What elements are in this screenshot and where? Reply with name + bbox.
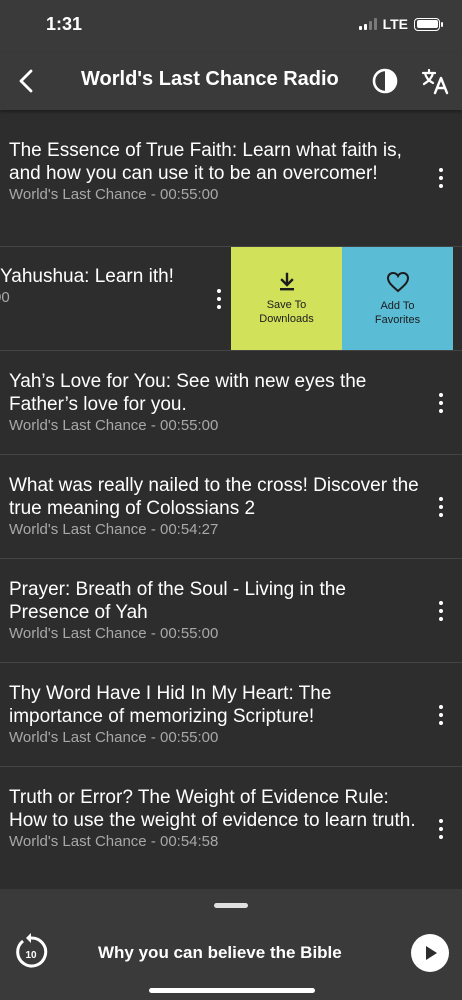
more-vert-icon: [439, 496, 443, 517]
episode-text: Prayer: Breath of the Soul - Living in t…: [9, 578, 419, 644]
episode-title: The Essence of True Faith: Learn what fa…: [9, 140, 402, 184]
save-to-downloads-button[interactable]: Save To Downloads: [231, 247, 342, 350]
heart-icon: [386, 271, 409, 292]
network-label: LTE: [382, 16, 408, 32]
episode-title: Yah’s Love for You: See with new eyes th…: [9, 371, 367, 415]
episode-title: Thy Word Have I Hid In My Heart: The imp…: [9, 683, 332, 727]
play-icon: [426, 946, 437, 960]
more-options-button[interactable]: [212, 247, 226, 350]
now-playing-title: Why you can believe the Bible: [98, 943, 342, 962]
more-options-button[interactable]: [434, 351, 448, 454]
signal-icon: [358, 18, 377, 30]
episode-meta: World's Last Chance - 00:55:00: [9, 417, 219, 434]
episode-meta: World's Last Chance - 00:55:00: [9, 625, 219, 642]
app-header: World's Last Chance Radio: [0, 52, 462, 110]
episode-text: The Essence of True Faith: Learn what fa…: [9, 139, 419, 205]
episode-meta: World's Last Chance - 00:55:00: [9, 729, 219, 746]
more-vert-icon: [439, 704, 443, 725]
status-time: 1:31: [46, 14, 83, 34]
list-item[interactable]: What was really nailed to the cross! Dis…: [0, 455, 462, 559]
status-bar: 1:31 LTE: [0, 0, 462, 52]
episode-meta: 00: [0, 289, 10, 306]
replay-10-icon: 10: [16, 933, 48, 968]
contrast-toggle-button[interactable]: [371, 67, 399, 95]
list-item[interactable]: Truth or Error? The Weight of Evidence R…: [0, 767, 462, 891]
replay-seconds: 10: [25, 950, 37, 961]
episode-title: What was really nailed to the cross! Dis…: [9, 475, 419, 519]
back-arrow-icon: [19, 69, 33, 93]
more-options-button[interactable]: [434, 455, 448, 558]
rewind-10-button[interactable]: 10: [14, 932, 48, 970]
episode-text: What was really nailed to the cross! Dis…: [9, 474, 419, 540]
download-icon: [279, 272, 294, 290]
list-item[interactable]: Yah’s Love for You: See with new eyes th…: [0, 351, 462, 455]
episode-title: Yahushua: Learn ith!: [0, 265, 204, 288]
player-drag-handle[interactable]: [214, 903, 248, 908]
home-indicator: [149, 988, 315, 993]
episode-list: The Essence of True Faith: Learn what fa…: [0, 110, 462, 891]
more-options-button[interactable]: [434, 767, 448, 891]
mini-player[interactable]: 10 Why you can believe the Bible: [0, 889, 462, 1000]
more-options-button[interactable]: [434, 559, 448, 662]
battery-icon: [414, 17, 443, 31]
episode-title: Prayer: Breath of the Soul - Living in t…: [9, 579, 346, 623]
episode-text: Yahushua: Learn ith! 00: [0, 265, 204, 308]
more-vert-icon: [439, 600, 443, 621]
episode-meta: World's Last Chance - 00:54:27: [9, 521, 219, 538]
back-button[interactable]: [12, 66, 42, 96]
add-to-favorites-label: Add To Favorites: [374, 299, 421, 326]
episode-title-text: Yahushua: Learn ith!: [0, 266, 174, 287]
more-options-button[interactable]: [434, 110, 448, 246]
episode-meta: World's Last Chance - 00:55:00: [9, 186, 219, 203]
episode-meta: World's Last Chance - 00:54:58: [9, 833, 219, 850]
list-item[interactable]: The Essence of True Faith: Learn what fa…: [0, 110, 462, 247]
translate-icon: [421, 68, 449, 95]
more-vert-icon: [439, 168, 443, 188]
play-button[interactable]: [411, 934, 449, 972]
episode-title: Truth or Error? The Weight of Evidence R…: [9, 787, 416, 831]
translate-button[interactable]: [420, 66, 450, 96]
save-to-downloads-label: Save To Downloads: [259, 298, 314, 325]
add-to-favorites-button[interactable]: Add To Favorites: [342, 247, 453, 350]
contrast-icon: [372, 68, 398, 94]
episode-text: Yah’s Love for You: See with new eyes th…: [9, 370, 419, 436]
episode-text: Thy Word Have I Hid In My Heart: The imp…: [9, 682, 419, 748]
page-title: World's Last Chance Radio: [81, 68, 339, 90]
list-item[interactable]: Yahushua: Learn ith! 00 Save To Download…: [0, 247, 462, 351]
more-vert-icon: [439, 392, 443, 413]
more-vert-icon: [217, 288, 221, 309]
more-options-button[interactable]: [434, 663, 448, 766]
list-item[interactable]: Thy Word Have I Hid In My Heart: The imp…: [0, 663, 462, 767]
episode-text: Truth or Error? The Weight of Evidence R…: [9, 786, 419, 852]
status-indicators: LTE: [358, 16, 443, 32]
more-vert-icon: [439, 819, 443, 839]
list-item[interactable]: Prayer: Breath of the Soul - Living in t…: [0, 559, 462, 663]
